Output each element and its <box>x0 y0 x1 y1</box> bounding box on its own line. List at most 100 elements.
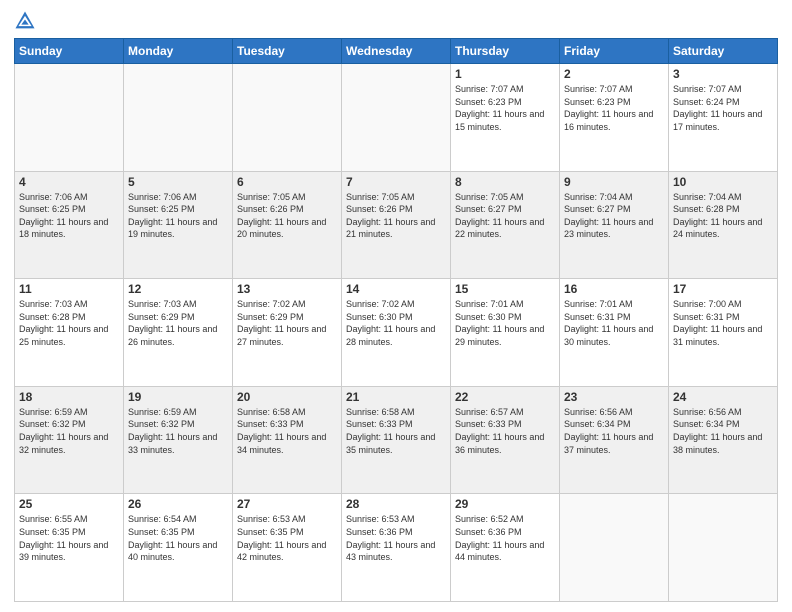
calendar-cell: 2 Sunrise: 7:07 AM Sunset: 6:23 PM Daylig… <box>560 64 669 172</box>
day-info: Sunrise: 6:52 AM Sunset: 6:36 PM Dayligh… <box>455 513 555 563</box>
day-number: 2 <box>564 67 664 81</box>
day-number: 19 <box>128 390 228 404</box>
day-number: 21 <box>346 390 446 404</box>
day-info: Sunrise: 6:56 AM Sunset: 6:34 PM Dayligh… <box>564 406 664 456</box>
weekday-header: Saturday <box>669 39 778 64</box>
day-number: 23 <box>564 390 664 404</box>
header <box>14 10 778 32</box>
day-info: Sunrise: 7:06 AM Sunset: 6:25 PM Dayligh… <box>128 191 228 241</box>
calendar-cell: 9 Sunrise: 7:04 AM Sunset: 6:27 PM Daylig… <box>560 171 669 279</box>
day-number: 13 <box>237 282 337 296</box>
calendar-cell: 18 Sunrise: 6:59 AM Sunset: 6:32 PM Dayli… <box>15 386 124 494</box>
calendar-cell <box>342 64 451 172</box>
day-info: Sunrise: 6:56 AM Sunset: 6:34 PM Dayligh… <box>673 406 773 456</box>
day-number: 20 <box>237 390 337 404</box>
day-number: 27 <box>237 497 337 511</box>
calendar-cell: 5Sunrise: 7:06 AM Sunset: 6:25 PM Daylig… <box>124 171 233 279</box>
day-number: 9 <box>564 175 664 189</box>
day-number: 8 <box>455 175 555 189</box>
day-info: Sunrise: 7:03 AM Sunset: 6:29 PM Dayligh… <box>128 298 228 348</box>
day-info: Sunrise: 7:07 AM Sunset: 6:24 PM Dayligh… <box>673 83 773 133</box>
calendar-week-row: 25Sunrise: 6:55 AM Sunset: 6:35 PM Dayli… <box>15 494 778 602</box>
logo-icon <box>14 10 36 32</box>
calendar-cell <box>233 64 342 172</box>
day-info: Sunrise: 7:02 AM Sunset: 6:29 PM Dayligh… <box>237 298 337 348</box>
day-number: 17 <box>673 282 773 296</box>
calendar-cell: 11 Sunrise: 7:03 AM Sunset: 6:28 PM Dayli… <box>15 279 124 387</box>
calendar-cell: 8 Sunrise: 7:05 AM Sunset: 6:27 PM Daylig… <box>451 171 560 279</box>
weekday-header: Monday <box>124 39 233 64</box>
day-number: 28 <box>346 497 446 511</box>
calendar-cell: 22 Sunrise: 6:57 AM Sunset: 6:33 PM Dayli… <box>451 386 560 494</box>
day-number: 12 <box>128 282 228 296</box>
day-number: 11 <box>19 282 119 296</box>
calendar-cell: 7Sunrise: 7:05 AM Sunset: 6:26 PM Daylig… <box>342 171 451 279</box>
calendar-week-row: 11 Sunrise: 7:03 AM Sunset: 6:28 PM Dayli… <box>15 279 778 387</box>
calendar-cell: 3Sunrise: 7:07 AM Sunset: 6:24 PM Daylig… <box>669 64 778 172</box>
day-number: 26 <box>128 497 228 511</box>
weekday-header: Tuesday <box>233 39 342 64</box>
calendar-cell: 29 Sunrise: 6:52 AM Sunset: 6:36 PM Dayli… <box>451 494 560 602</box>
day-info: Sunrise: 7:03 AM Sunset: 6:28 PM Dayligh… <box>19 298 119 348</box>
day-number: 24 <box>673 390 773 404</box>
page: SundayMondayTuesdayWednesdayThursdayFrid… <box>0 0 792 612</box>
calendar-cell <box>15 64 124 172</box>
day-info: Sunrise: 7:01 AM Sunset: 6:31 PM Dayligh… <box>564 298 664 348</box>
weekday-header: Sunday <box>15 39 124 64</box>
calendar-week-row: 1 Sunrise: 7:07 AM Sunset: 6:23 PM Daylig… <box>15 64 778 172</box>
calendar-cell: 14 Sunrise: 7:02 AM Sunset: 6:30 PM Dayli… <box>342 279 451 387</box>
day-number: 4 <box>19 175 119 189</box>
calendar-cell: 23 Sunrise: 6:56 AM Sunset: 6:34 PM Dayli… <box>560 386 669 494</box>
weekday-header: Friday <box>560 39 669 64</box>
calendar-week-row: 4 Sunrise: 7:06 AM Sunset: 6:25 PM Daylig… <box>15 171 778 279</box>
calendar-cell: 28 Sunrise: 6:53 AM Sunset: 6:36 PM Dayli… <box>342 494 451 602</box>
day-number: 1 <box>455 67 555 81</box>
calendar-cell: 24 Sunrise: 6:56 AM Sunset: 6:34 PM Dayli… <box>669 386 778 494</box>
day-number: 18 <box>19 390 119 404</box>
calendar-table: SundayMondayTuesdayWednesdayThursdayFrid… <box>14 38 778 602</box>
calendar-cell: 15 Sunrise: 7:01 AM Sunset: 6:30 PM Dayli… <box>451 279 560 387</box>
calendar-cell: 13 Sunrise: 7:02 AM Sunset: 6:29 PM Dayli… <box>233 279 342 387</box>
day-info: Sunrise: 7:01 AM Sunset: 6:30 PM Dayligh… <box>455 298 555 348</box>
day-info: Sunrise: 6:59 AM Sunset: 6:32 PM Dayligh… <box>128 406 228 456</box>
day-info: Sunrise: 6:58 AM Sunset: 6:33 PM Dayligh… <box>237 406 337 456</box>
day-info: Sunrise: 6:59 AM Sunset: 6:32 PM Dayligh… <box>19 406 119 456</box>
day-info: Sunrise: 7:05 AM Sunset: 6:26 PM Dayligh… <box>346 191 446 241</box>
weekday-header: Thursday <box>451 39 560 64</box>
calendar-week-row: 18 Sunrise: 6:59 AM Sunset: 6:32 PM Dayli… <box>15 386 778 494</box>
calendar-cell: 1 Sunrise: 7:07 AM Sunset: 6:23 PM Daylig… <box>451 64 560 172</box>
day-info: Sunrise: 6:53 AM Sunset: 6:36 PM Dayligh… <box>346 513 446 563</box>
day-number: 29 <box>455 497 555 511</box>
calendar-cell: 17Sunrise: 7:00 AM Sunset: 6:31 PM Dayli… <box>669 279 778 387</box>
day-number: 25 <box>19 497 119 511</box>
logo <box>14 10 40 32</box>
day-info: Sunrise: 6:54 AM Sunset: 6:35 PM Dayligh… <box>128 513 228 563</box>
weekday-header-row: SundayMondayTuesdayWednesdayThursdayFrid… <box>15 39 778 64</box>
day-info: Sunrise: 7:02 AM Sunset: 6:30 PM Dayligh… <box>346 298 446 348</box>
day-info: Sunrise: 6:57 AM Sunset: 6:33 PM Dayligh… <box>455 406 555 456</box>
calendar-cell: 26 Sunrise: 6:54 AM Sunset: 6:35 PM Dayli… <box>124 494 233 602</box>
day-number: 14 <box>346 282 446 296</box>
day-info: Sunrise: 7:04 AM Sunset: 6:28 PM Dayligh… <box>673 191 773 241</box>
day-number: 15 <box>455 282 555 296</box>
calendar-cell: 12 Sunrise: 7:03 AM Sunset: 6:29 PM Dayli… <box>124 279 233 387</box>
calendar-cell: 19 Sunrise: 6:59 AM Sunset: 6:32 PM Dayli… <box>124 386 233 494</box>
day-info: Sunrise: 7:05 AM Sunset: 6:26 PM Dayligh… <box>237 191 337 241</box>
calendar-cell: 16Sunrise: 7:01 AM Sunset: 6:31 PM Dayli… <box>560 279 669 387</box>
calendar-cell: 10 Sunrise: 7:04 AM Sunset: 6:28 PM Dayli… <box>669 171 778 279</box>
calendar-cell: 21Sunrise: 6:58 AM Sunset: 6:33 PM Dayli… <box>342 386 451 494</box>
calendar-cell: 27Sunrise: 6:53 AM Sunset: 6:35 PM Dayli… <box>233 494 342 602</box>
day-info: Sunrise: 7:05 AM Sunset: 6:27 PM Dayligh… <box>455 191 555 241</box>
day-number: 6 <box>237 175 337 189</box>
day-info: Sunrise: 7:07 AM Sunset: 6:23 PM Dayligh… <box>455 83 555 133</box>
weekday-header: Wednesday <box>342 39 451 64</box>
calendar-cell: 4 Sunrise: 7:06 AM Sunset: 6:25 PM Daylig… <box>15 171 124 279</box>
calendar-cell <box>669 494 778 602</box>
calendar-cell: 6 Sunrise: 7:05 AM Sunset: 6:26 PM Daylig… <box>233 171 342 279</box>
day-info: Sunrise: 7:07 AM Sunset: 6:23 PM Dayligh… <box>564 83 664 133</box>
day-info: Sunrise: 7:06 AM Sunset: 6:25 PM Dayligh… <box>19 191 119 241</box>
day-number: 10 <box>673 175 773 189</box>
day-info: Sunrise: 7:04 AM Sunset: 6:27 PM Dayligh… <box>564 191 664 241</box>
calendar-cell: 20 Sunrise: 6:58 AM Sunset: 6:33 PM Dayli… <box>233 386 342 494</box>
day-number: 22 <box>455 390 555 404</box>
